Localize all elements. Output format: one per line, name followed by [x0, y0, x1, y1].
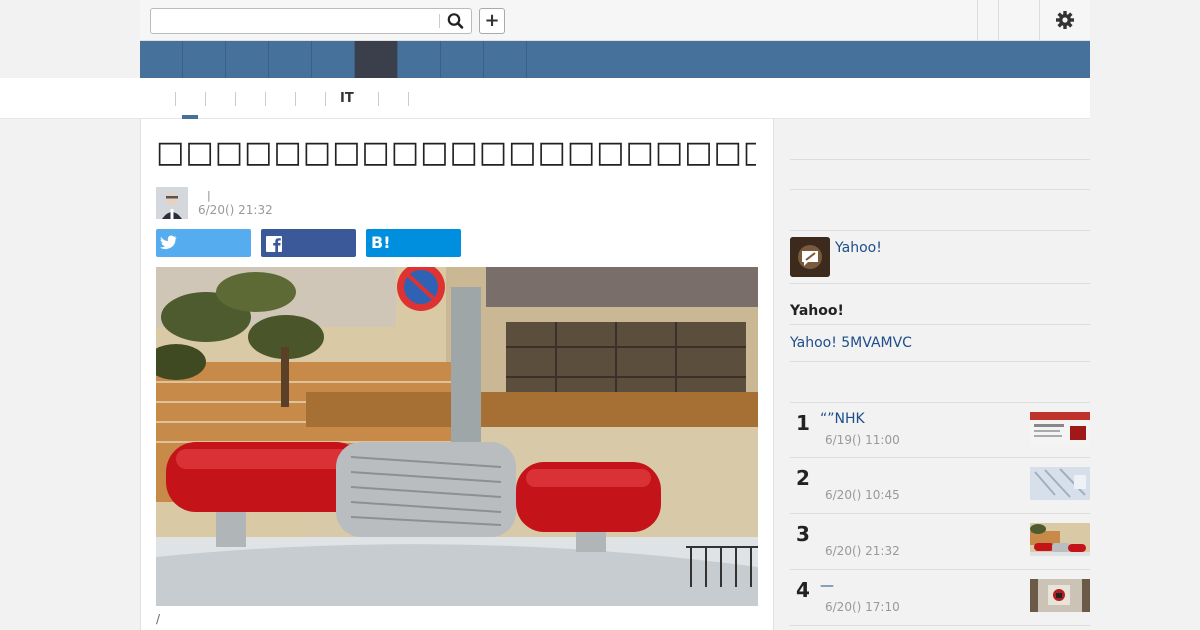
- ranking-item[interactable]: 3 6/20() 21:32: [790, 514, 1090, 570]
- article-photo: [156, 267, 758, 606]
- subnav-item[interactable]: [235, 92, 236, 106]
- subnav-item[interactable]: [265, 92, 266, 106]
- photo-caption: /: [156, 612, 161, 626]
- rank-thumbnail[interactable]: [1030, 579, 1090, 612]
- search-input[interactable]: [151, 9, 437, 33]
- sidebar-divider: [790, 159, 1090, 160]
- rank-title[interactable]: —: [820, 578, 834, 594]
- search-icon[interactable]: [446, 12, 466, 30]
- facebook-share-button[interactable]: [261, 229, 356, 257]
- hatena-icon: B!: [371, 233, 391, 252]
- twitter-icon: [156, 235, 178, 261]
- subnav-divider: [325, 92, 326, 106]
- nav-tab[interactable]: [312, 41, 355, 78]
- add-button[interactable]: +: [479, 8, 505, 34]
- sidebar-divider: [790, 324, 1090, 325]
- ranking-divider: [790, 625, 1090, 626]
- hatena-share-button[interactable]: B!: [366, 229, 461, 257]
- toolbar-divider: [1039, 0, 1040, 40]
- subnav-item[interactable]: [205, 92, 206, 106]
- rank-number: 2: [796, 466, 810, 490]
- twitter-share-button[interactable]: [156, 229, 251, 257]
- rank-date: 6/20() 10:45: [825, 488, 900, 502]
- ranking-item[interactable]: 1 “”NHK 6/19() 11:00: [790, 403, 1090, 459]
- rank-date: 6/19() 11:00: [825, 433, 900, 447]
- toolbar-divider: [977, 0, 978, 40]
- main-nav: [140, 41, 1090, 78]
- nav-tab[interactable]: [484, 41, 527, 78]
- article-date: 6/20() 21:32: [198, 203, 273, 217]
- comment-icon[interactable]: [790, 237, 830, 277]
- nav-tab[interactable]: [269, 41, 312, 78]
- subnav-item[interactable]: [378, 92, 379, 106]
- ranking-item[interactable]: 4 — 6/20() 17:10: [790, 570, 1090, 626]
- sidebar-divider: [790, 189, 1090, 190]
- nav-tab[interactable]: [140, 41, 183, 78]
- article: □□□□□□□□□□□□□□□□□□□□□□□□□□□□□□□□□□□□ | 6…: [140, 119, 774, 630]
- subnav-item[interactable]: [295, 92, 296, 106]
- nav-tab[interactable]: [226, 41, 269, 78]
- sidebar-divider: [790, 361, 1090, 362]
- author-separator: |: [207, 189, 211, 202]
- rank-number: 3: [796, 522, 810, 546]
- article-title: □□□□□□□□□□□□□□□□□□□□□□□□□□□□□□□□□□□□: [156, 135, 756, 170]
- search-divider: [439, 14, 440, 28]
- rank-thumbnail[interactable]: [1030, 523, 1090, 556]
- rank-thumbnail[interactable]: [1030, 467, 1090, 500]
- gear-icon[interactable]: [1055, 10, 1075, 30]
- rank-title[interactable]: “”NHK: [820, 411, 865, 427]
- author-avatar[interactable]: [156, 187, 188, 219]
- top-toolbar: +: [140, 0, 1090, 41]
- nav-tab-active[interactable]: [355, 41, 398, 78]
- subnav-item-it[interactable]: IT: [340, 91, 354, 106]
- yahoo-link[interactable]: Yahoo!: [835, 240, 882, 256]
- rank-date: 6/20() 17:10: [825, 600, 900, 614]
- sidebar-heading: Yahoo!: [790, 303, 844, 319]
- ranking-item[interactable]: 2 6/20() 10:45: [790, 458, 1090, 514]
- rank-date: 6/20() 21:32: [825, 544, 900, 558]
- rank-number: 4: [796, 578, 810, 602]
- subnav-item[interactable]: [175, 92, 176, 106]
- nav-tab[interactable]: [441, 41, 484, 78]
- rank-thumbnail[interactable]: [1030, 412, 1090, 445]
- sidebar-divider: [790, 230, 1090, 231]
- yahoo-mvc-link[interactable]: Yahoo! 5MVAMVC: [790, 335, 912, 351]
- nav-tab[interactable]: [183, 41, 226, 78]
- facebook-icon: [261, 236, 287, 261]
- rank-number: 1: [796, 411, 810, 435]
- nav-tab[interactable]: [398, 41, 441, 78]
- subnav-divider: [408, 92, 409, 106]
- sub-nav: [0, 78, 1090, 119]
- search-box: [150, 8, 472, 34]
- toolbar-divider: [998, 0, 999, 40]
- sidebar-divider: [790, 283, 1090, 284]
